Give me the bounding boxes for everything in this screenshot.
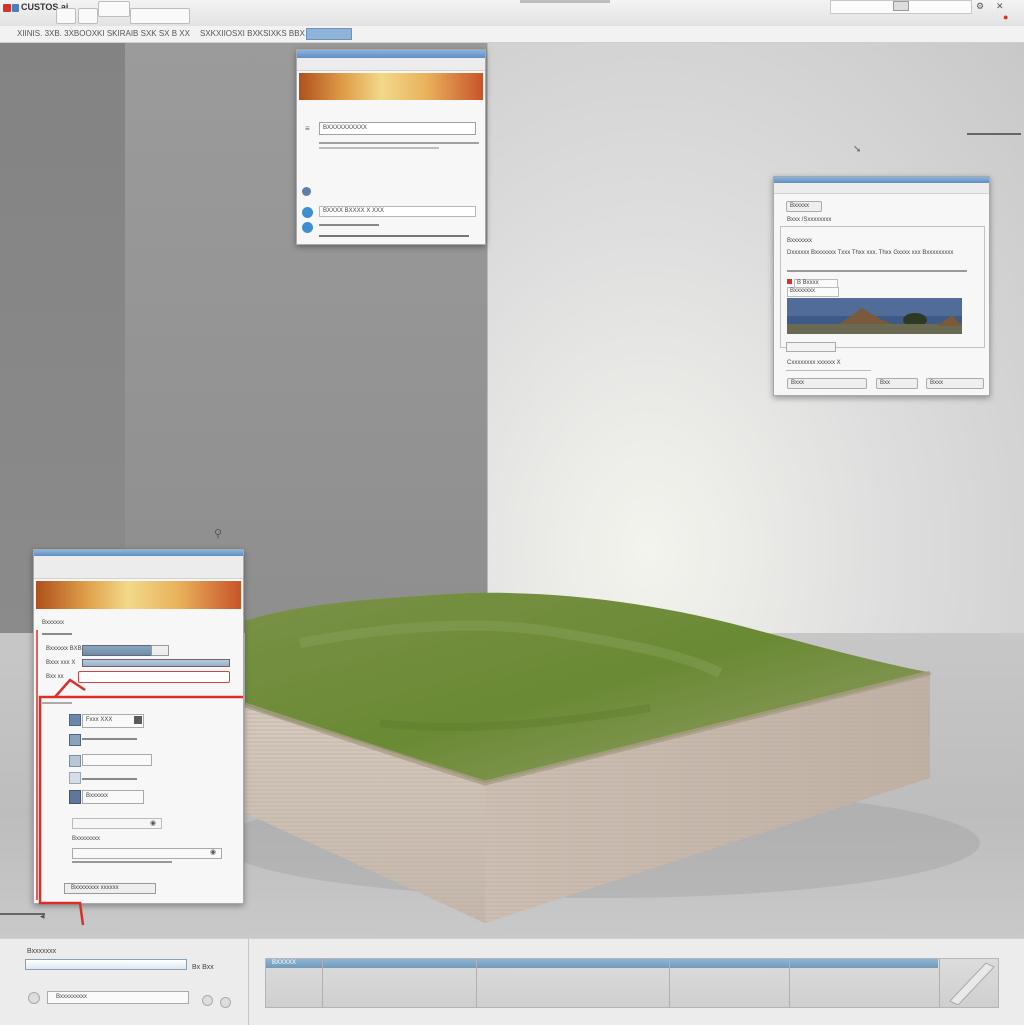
window-right-caption: Cxxxxxxxx xxxxxx X bbox=[787, 360, 841, 366]
timeline-segment[interactable] bbox=[669, 959, 790, 1007]
window-left-banner bbox=[36, 581, 241, 609]
cursor-icon: ⚲ bbox=[214, 528, 223, 540]
window-right-caption-underline bbox=[786, 370, 871, 371]
window-left-divider-2 bbox=[42, 702, 72, 704]
window-left-list-line-2 bbox=[82, 778, 137, 780]
window-right[interactable]: Bxxxxx Bxxx /Sxxxxxxxx Bxxxxxxx Dxxxxxx … bbox=[773, 176, 990, 396]
window-top-titlebar[interactable] bbox=[297, 50, 485, 58]
window-top-row-3 bbox=[319, 224, 379, 226]
window-top-globe-icon-2[interactable] bbox=[302, 222, 313, 233]
window-left-info-icon[interactable]: ◉ bbox=[150, 819, 156, 827]
window-top-bullet-icon bbox=[302, 187, 311, 196]
window-right-button-1[interactable]: Bxxx bbox=[787, 378, 867, 389]
window-left-field-2[interactable] bbox=[82, 754, 152, 766]
guide-line-2 bbox=[0, 913, 45, 915]
window-left-list-icon-2[interactable] bbox=[69, 734, 81, 746]
bottom-label: Bxxxxxxx bbox=[27, 948, 57, 955]
toolbar-text[interactable]: XIINIS. 3XB. 3XBOOXKI SKIRAIB SXK SX B X… bbox=[17, 29, 190, 38]
window-left-list-icon-4[interactable] bbox=[69, 772, 81, 784]
window-top-globe-icon[interactable] bbox=[302, 207, 313, 218]
window-right-tab[interactable]: Bxxxxx bbox=[786, 201, 822, 212]
window-right-text-line bbox=[787, 270, 967, 272]
window-right-marker-icon bbox=[787, 279, 792, 284]
window-top-menu[interactable] bbox=[297, 58, 485, 71]
window-right-section: Bxxxxxxx bbox=[787, 238, 813, 244]
window-right-paragraph: Dxxxxxx Bxxxxxxx Txxx Thxx xxx. Thxx Gxx… bbox=[787, 250, 954, 256]
timeline-segment[interactable] bbox=[789, 959, 940, 1007]
window-left-menu[interactable] bbox=[34, 556, 243, 579]
window-top-row bbox=[319, 142, 479, 144]
bottom-icon-3[interactable] bbox=[220, 997, 231, 1008]
window-left-list-icon-5[interactable] bbox=[69, 790, 81, 804]
window-right-field-2[interactable]: Bxxxxxxx bbox=[787, 287, 839, 297]
timeline-segment[interactable] bbox=[322, 959, 477, 1007]
timeline[interactable]: BXXXXX bbox=[265, 958, 999, 1008]
window-left-field-3[interactable]: Bxxxxxx bbox=[82, 790, 144, 804]
window-right-menu[interactable] bbox=[774, 183, 989, 194]
settings-icon[interactable]: ⚙ bbox=[976, 1, 984, 12]
toolbar-highlight-button[interactable] bbox=[306, 28, 352, 40]
window-right-small-button[interactable] bbox=[786, 342, 836, 352]
window-left-row-3-label: Bxx xx bbox=[46, 674, 64, 680]
window-left-row-3-field[interactable] bbox=[78, 671, 230, 683]
window-left-radio-icon[interactable]: ◉ bbox=[210, 848, 216, 856]
pointer-icon: ➘ bbox=[853, 144, 862, 155]
bottom-icon-2[interactable] bbox=[202, 995, 213, 1006]
window-left-row-1-label: Bxxxxxx BXB bbox=[46, 646, 82, 652]
window-right-button-3[interactable]: Bxxx bbox=[926, 378, 984, 389]
tab-2[interactable] bbox=[78, 8, 98, 24]
app-logo-icon bbox=[3, 4, 11, 12]
window-left-row-1-button[interactable] bbox=[151, 645, 169, 656]
toolbar: XIINIS. 3XB. 3XBOOXKI SKIRAIB SXK SX B X… bbox=[0, 26, 1024, 43]
close-icon[interactable]: ✕ bbox=[996, 1, 1004, 12]
alert-icon[interactable]: ● bbox=[1003, 12, 1008, 22]
window-icon[interactable] bbox=[893, 1, 909, 11]
arrow-icon: ◂ bbox=[40, 911, 45, 921]
bottom-select[interactable]: Bxxxxxxxxx bbox=[47, 991, 189, 1004]
window-top-icon: ≡ bbox=[305, 124, 310, 133]
window-top-banner bbox=[299, 73, 483, 100]
window-left-section: Bxxxxxxxx bbox=[72, 836, 101, 842]
window-left-field-5[interactable] bbox=[72, 848, 222, 859]
window-left-row-2-label: Bxxx xxx X bbox=[46, 660, 76, 666]
bottom-zoom-label: Bx Bxx bbox=[192, 964, 214, 971]
window-right-heading: Bxxx /Sxxxxxxxx bbox=[787, 217, 832, 223]
window-left-line bbox=[72, 861, 172, 863]
window-left-list-icon-3[interactable] bbox=[69, 755, 81, 767]
timeline-scroll-handle[interactable] bbox=[946, 961, 996, 1005]
window-left-row-2-field[interactable] bbox=[82, 659, 230, 667]
window-left-dropdown-icon[interactable] bbox=[134, 716, 142, 724]
tab-1[interactable] bbox=[56, 8, 76, 24]
bottom-left-icon[interactable] bbox=[28, 992, 40, 1004]
app-secondary-icon bbox=[12, 4, 19, 12]
window-right-landscape-image bbox=[787, 298, 962, 334]
title-bar: CUSTOS ai ⚙ ✕ ● bbox=[0, 0, 1024, 27]
timeline-segment[interactable] bbox=[476, 959, 670, 1007]
window-top-row-field[interactable]: BXXXX BXXXX X XXX bbox=[319, 206, 476, 217]
window-left-field-4[interactable] bbox=[72, 818, 162, 829]
window-top-row-4 bbox=[319, 235, 469, 237]
window-left-footer-button[interactable]: Bxxxxxxxx xxxxxx bbox=[64, 883, 156, 894]
window-left-divider bbox=[42, 633, 72, 635]
timeline-segment[interactable] bbox=[266, 959, 323, 1007]
window-top-row-2 bbox=[319, 147, 439, 149]
window-left-list-icon-1[interactable] bbox=[69, 714, 81, 726]
window-top-field[interactable]: BXXXXXXXXXX bbox=[319, 122, 476, 135]
window-left[interactable]: Bxxxxxx Bxxxxxx BXB Bxxx xxx X Bxx xx Fx… bbox=[33, 549, 244, 904]
toolbar-text-2[interactable]: SXKXIIOSXI BXKSIXKS BBX bbox=[200, 29, 305, 38]
bottom-divider bbox=[248, 939, 249, 1025]
window-right-button-2[interactable]: Bxx bbox=[876, 378, 918, 389]
window-top[interactable]: ≡ BXXXXXXXXXX BXXXX BXXXX X XXX bbox=[296, 49, 486, 245]
window-left-list-line-1 bbox=[82, 738, 137, 740]
tab-3[interactable] bbox=[98, 1, 130, 17]
tab-4[interactable] bbox=[130, 8, 190, 24]
window-left-label: Bxxxxxx bbox=[42, 620, 65, 626]
drag-handle[interactable] bbox=[520, 0, 610, 3]
guide-line bbox=[967, 133, 1021, 135]
bottom-input[interactable] bbox=[25, 959, 187, 970]
